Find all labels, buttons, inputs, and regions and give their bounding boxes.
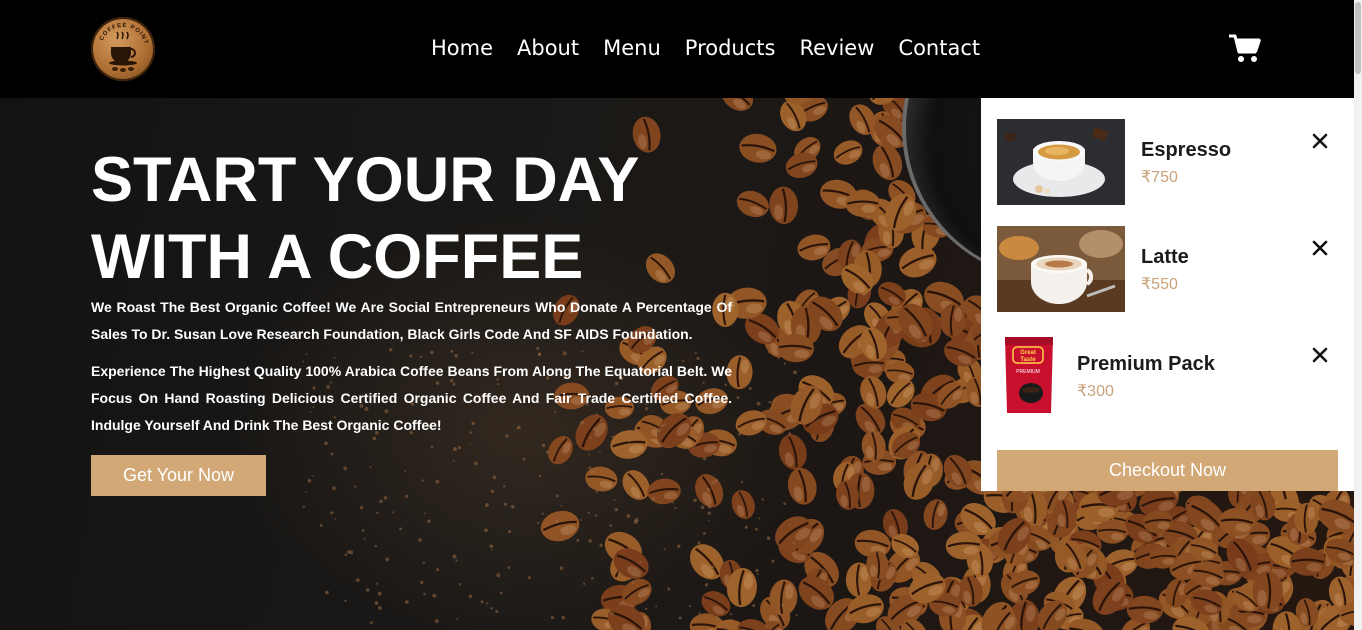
remove-item-button[interactable] (1310, 345, 1330, 365)
cart-item-name: Espresso (1141, 139, 1232, 161)
hero-title-line-2: WITH A COFFEE (91, 222, 584, 292)
cart-item-name: Latte (1141, 246, 1189, 268)
cart-item-price: ₹300 (1077, 383, 1114, 400)
nav-link-products[interactable]: Products (685, 36, 776, 60)
cart-dropdown: Espresso ₹750 Latte ₹550 Great Taste PRE… (981, 98, 1354, 491)
nav-link-about[interactable]: About (517, 36, 579, 60)
cart-item: Espresso ₹750 (997, 119, 1339, 205)
nav-link-contact[interactable]: Contact (898, 36, 980, 60)
scrollbar-thumb[interactable] (1355, 2, 1361, 74)
svg-text:Taste: Taste (1020, 357, 1036, 363)
checkout-now-button[interactable]: Checkout Now (997, 450, 1338, 491)
get-your-now-button[interactable]: Get Your Now (91, 455, 266, 496)
cart-item-price: ₹750 (1141, 169, 1178, 186)
main-nav: Home About Menu Products Review Contact (431, 36, 1004, 60)
svg-text:COFFEE POINT: COFFEE POINT (99, 23, 149, 46)
hero-title-line-1: START YOUR DAY (91, 145, 640, 215)
close-icon (1312, 133, 1328, 149)
svg-text:Great: Great (1020, 350, 1036, 356)
page-scrollbar[interactable] (1354, 0, 1362, 630)
coffee-cup-logo-icon: COFFEE POINT (99, 23, 149, 72)
cart-item-price: ₹550 (1141, 276, 1178, 293)
hero-title: START YOUR DAY WITH A COFFEE (91, 142, 711, 296)
cart-item: Latte ₹550 (997, 226, 1339, 312)
latte-thumbnail (997, 226, 1125, 312)
espresso-thumbnail (997, 119, 1125, 205)
svg-text:PREMIUM: PREMIUM (1016, 369, 1040, 375)
cart-item-name: Premium Pack (1077, 353, 1215, 375)
brand-logo[interactable]: COFFEE POINT (91, 17, 155, 81)
cart-item: Great Taste PREMIUM Premium Pack ₹300 (997, 333, 1339, 419)
nav-link-menu[interactable]: Menu (603, 36, 661, 60)
close-icon (1312, 347, 1328, 363)
nav-link-home[interactable]: Home (431, 36, 493, 60)
hero-paragraph-1: We Roast The Best Organic Coffee! We Are… (91, 299, 732, 342)
remove-item-button[interactable] (1310, 131, 1330, 151)
site-header: COFFEE POINT Home About Menu Products Re… (0, 0, 1354, 98)
remove-item-button[interactable] (1310, 238, 1330, 258)
close-icon (1312, 240, 1328, 256)
nav-link-review[interactable]: Review (799, 36, 874, 60)
shopping-cart-icon (1229, 34, 1261, 62)
hero-paragraph-2: Experience The Highest Quality 100% Arab… (91, 363, 732, 433)
premium-pack-thumbnail: Great Taste PREMIUM (997, 333, 1061, 419)
cart-button[interactable] (1228, 34, 1262, 64)
